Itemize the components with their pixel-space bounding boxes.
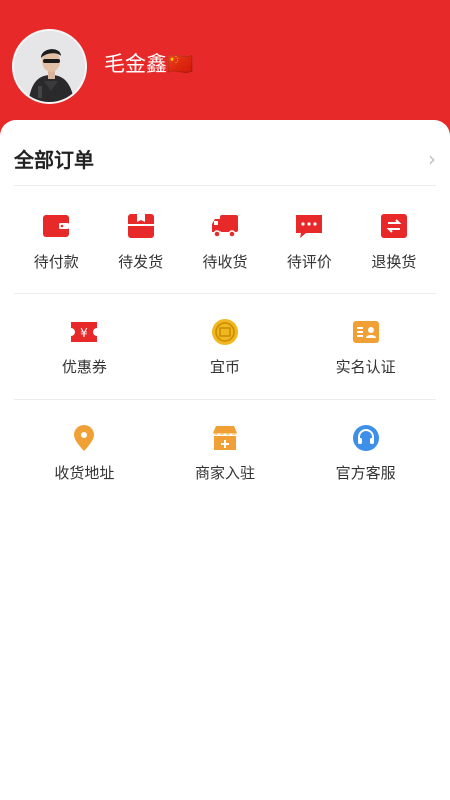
coupon-icon: ¥ [71, 322, 98, 342]
svg-text:¥: ¥ [81, 326, 89, 340]
id-verify-label: 实名认证 [335, 358, 396, 376]
coins-label: 宜币 [210, 358, 241, 376]
shop-icon [213, 426, 237, 450]
avatar-photo [14, 31, 85, 102]
merchant-join-label: 商家入驻 [195, 464, 256, 482]
order-pending-review-label: 待评价 [286, 253, 332, 271]
coupons-label: 优惠券 [61, 358, 107, 376]
avatar[interactable] [12, 29, 87, 104]
order-pending-review[interactable]: 待评价 [267, 188, 351, 293]
order-returns[interactable]: 退换货 [352, 188, 436, 293]
id-verify-item[interactable]: 实名认证 [295, 296, 436, 399]
order-pending-receipt[interactable]: 待收货 [183, 188, 267, 293]
order-pending-shipment[interactable]: 待发货 [98, 188, 182, 293]
services-row-1: ¥ 优惠券 宜币 实名认证 [14, 296, 436, 400]
location-pin-icon [74, 425, 95, 451]
customer-service-item[interactable]: 官方客服 [295, 402, 436, 506]
username: 毛金鑫🇨🇳 [104, 52, 194, 76]
exchange-icon [380, 214, 407, 238]
order-pending-payment[interactable]: 待付款 [14, 188, 98, 293]
headset-icon [352, 425, 379, 451]
address-item[interactable]: 收货地址 [14, 402, 155, 506]
id-card-icon [352, 321, 379, 343]
order-returns-label: 退换货 [371, 253, 417, 271]
customer-service-label: 官方客服 [335, 464, 396, 482]
package-icon [127, 214, 154, 238]
order-pending-receipt-label: 待收货 [202, 253, 248, 271]
merchant-join-item[interactable]: 商家入驻 [155, 402, 296, 506]
order-status-row: 待付款 待发货 待收货 待评价 退换货 [14, 188, 436, 294]
coins-item[interactable]: 宜币 [155, 296, 296, 399]
all-orders-title: 全部订单 [14, 148, 94, 172]
all-orders-link[interactable]: 全部订单 › [14, 132, 436, 186]
truck-icon [212, 215, 239, 238]
coin-icon [212, 319, 238, 345]
services-row-2: 收货地址 商家入驻 官方客服 [14, 402, 436, 506]
address-label: 收货地址 [54, 464, 115, 482]
wallet-icon [43, 215, 70, 237]
coupons-item[interactable]: ¥ 优惠券 [14, 296, 155, 399]
order-pending-payment-label: 待付款 [33, 253, 79, 271]
comment-icon [296, 215, 323, 238]
chevron-right-icon: › [428, 146, 436, 171]
menu-card: 全部订单 › 待付款 待发货 待收货 待评价 退换货 ¥ 优惠券 宜币 实名认证… [0, 120, 450, 800]
order-pending-shipment-label: 待发货 [118, 253, 164, 271]
